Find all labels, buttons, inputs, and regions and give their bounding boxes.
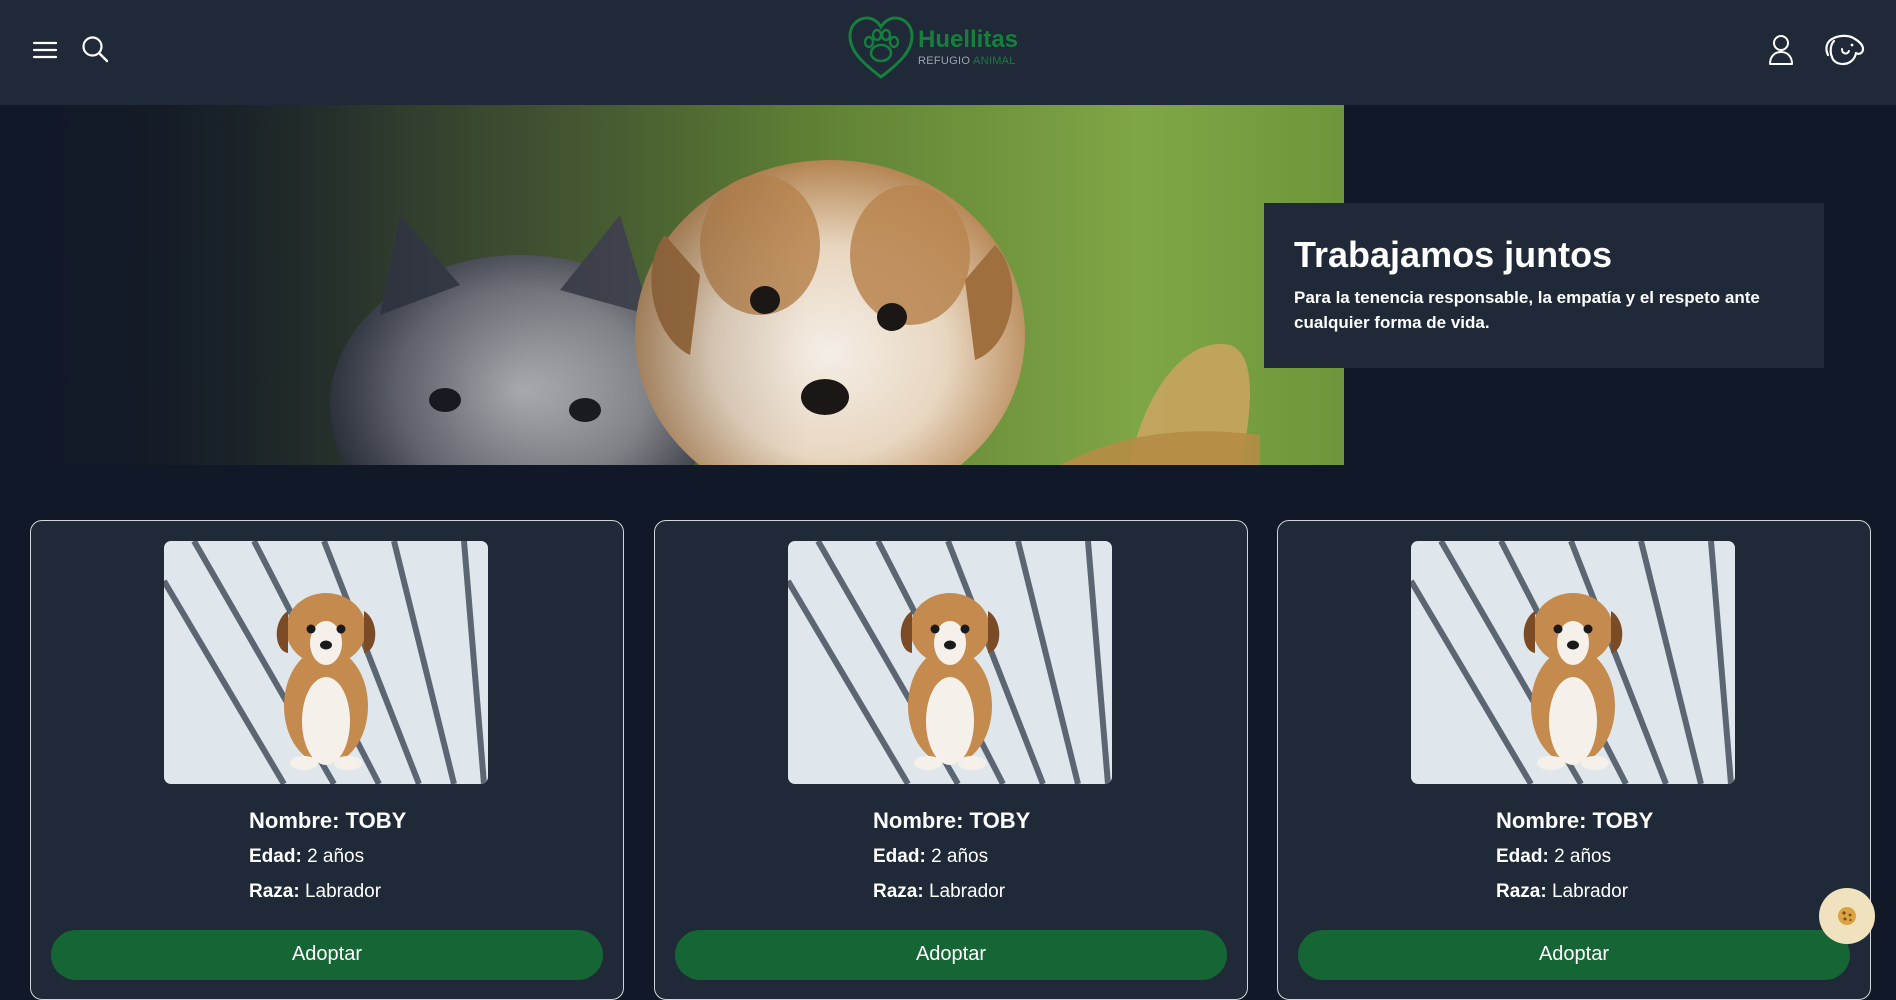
- top-navbar: Huellitas REFUGIO ANIMAL: [0, 0, 1896, 105]
- pet-age: Edad: 2 años: [1496, 842, 1653, 872]
- pet-photo: [164, 541, 488, 784]
- pet-card: Nombre: TOBY Edad: 2 años Raza: Labrador…: [30, 520, 624, 1000]
- search-icon: [82, 36, 109, 63]
- menu-button[interactable]: [28, 33, 62, 67]
- logo-title: Huellitas: [918, 26, 1019, 53]
- pet-card: Nombre: TOBY Edad: 2 años Raza: Labrador…: [654, 520, 1248, 1000]
- user-account-button[interactable]: [1763, 31, 1799, 69]
- cookie-settings-button[interactable]: [1819, 888, 1875, 944]
- logo-subtitle: REFUGIO ANIMAL: [918, 53, 1018, 69]
- pet-photo: [788, 541, 1112, 784]
- pet-info: Nombre: TOBY Edad: 2 años Raza: Labrador: [1496, 806, 1653, 912]
- pet-age-value: 2 años: [931, 846, 989, 867]
- hero-description: Para la tenencia responsable, la empatía…: [1294, 288, 1760, 332]
- dog-icon: [1825, 34, 1865, 66]
- pet-age-value: 2 años: [307, 846, 365, 867]
- pet-name: Nombre: TOBY: [249, 808, 407, 833]
- pet-breed-value: Labrador: [304, 881, 382, 902]
- pets-button[interactable]: [1820, 30, 1868, 70]
- pet-breed-label: Raza:: [1496, 881, 1547, 902]
- pet-age: Edad: 2 años: [873, 842, 1030, 872]
- hero-message-card: Trabajamos juntos Para la tenencia respo…: [1264, 203, 1824, 368]
- pet-photo: [1411, 541, 1735, 784]
- pet-age: Edad: 2 años: [249, 842, 406, 872]
- pet-age-label: Edad:: [249, 846, 302, 867]
- pet-card: Nombre: TOBY Edad: 2 años Raza: Labrador…: [1277, 520, 1871, 1000]
- cookie-icon: [1838, 907, 1856, 925]
- pet-breed-label: Raza:: [873, 881, 924, 902]
- pet-breed: Raza: Labrador: [1496, 877, 1653, 907]
- paw-heart-logo-icon: [848, 16, 914, 79]
- menu-icon: [32, 41, 58, 59]
- search-button[interactable]: [78, 32, 112, 66]
- pet-age-label: Edad:: [873, 846, 926, 867]
- user-icon: [1769, 35, 1793, 65]
- pet-name: Nombre: TOBY: [873, 808, 1031, 833]
- pet-breed-label: Raza:: [249, 881, 300, 902]
- hero-puppies-image: [0, 105, 1344, 465]
- logo-subtitle-main: REFUGIO: [918, 55, 971, 67]
- pet-breed: Raza: Labrador: [249, 877, 406, 907]
- pet-info: Nombre: TOBY Edad: 2 años Raza: Labrador: [249, 806, 406, 912]
- pet-breed-value: Labrador: [1551, 881, 1629, 902]
- pet-breed: Raza: Labrador: [873, 877, 1030, 907]
- pet-age-label: Edad:: [1496, 846, 1549, 867]
- pet-breed-value: Labrador: [928, 881, 1006, 902]
- logo-subtitle-accent: ANIMAL: [972, 55, 1016, 67]
- pet-age-value: 2 años: [1554, 846, 1612, 867]
- hero-title: Trabajamos juntos: [1294, 234, 1613, 275]
- pet-name: Nombre: TOBY: [1496, 808, 1654, 833]
- pet-info: Nombre: TOBY Edad: 2 años Raza: Labrador: [873, 806, 1030, 912]
- brand-logo[interactable]: Huellitas REFUGIO ANIMAL: [846, 14, 1026, 82]
